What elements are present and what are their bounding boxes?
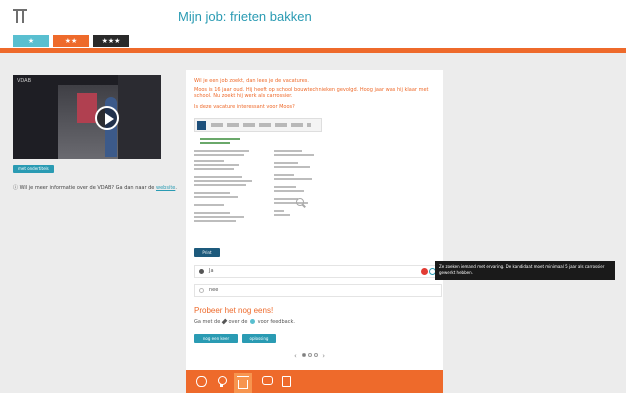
- solution-button[interactable]: oplossing: [242, 334, 276, 343]
- vacancy-text-line: [194, 196, 238, 198]
- vacancy-text-line: [274, 198, 298, 200]
- video-wall: [118, 75, 161, 159]
- video-brand: VDAB: [17, 78, 32, 84]
- feedback-middle: over de: [228, 319, 248, 325]
- vacancy-text-line: [194, 192, 230, 194]
- eye-icon[interactable]: [196, 376, 207, 387]
- print-button[interactable]: Print: [194, 248, 220, 257]
- subtitles-button[interactable]: met ondertitels: [13, 165, 54, 173]
- pointer-icon: [221, 318, 228, 325]
- pager-dot-1[interactable]: [302, 353, 307, 357]
- vacancy-text-line: [194, 180, 252, 182]
- vacancy-text-line: [274, 190, 304, 192]
- feedback-hint: Ga met de over de voor feedback.: [194, 318, 295, 325]
- website-link[interactable]: website: [156, 185, 175, 191]
- level-tab-2[interactable]: ★★: [53, 35, 89, 47]
- lightbulb-icon[interactable]: [216, 376, 227, 387]
- question-intro: Wil je een job zoekt, dan lees je de vac…: [194, 78, 309, 84]
- vacancy-text-line: [274, 162, 298, 164]
- answer-option-no[interactable]: nee: [194, 284, 442, 297]
- try-again-button[interactable]: nog een keer: [194, 334, 238, 343]
- info-suffix: .: [175, 185, 177, 191]
- vacancy-text-line: [194, 164, 239, 166]
- page-title: Mijn job: frieten bakken: [178, 9, 312, 24]
- feedback-icon: [250, 319, 256, 324]
- vacancy-tabs: [211, 123, 311, 127]
- video-player[interactable]: VDAB: [13, 75, 161, 159]
- level-tab-1[interactable]: ★: [13, 35, 49, 47]
- radio-unselected[interactable]: [199, 288, 204, 293]
- vacancy-header: [194, 118, 322, 132]
- level-tabs: ★ ★★ ★★★: [13, 35, 129, 47]
- bottom-toolbar: [186, 370, 443, 393]
- vacancy-text-line: [200, 138, 240, 140]
- radio-selected[interactable]: [199, 269, 204, 274]
- vacancy-text-line: [194, 212, 230, 214]
- feedback-suffix: voor feedback.: [257, 319, 295, 325]
- vacancy-text-line: [194, 150, 249, 152]
- question-context: Moos is 16 jaar oud. Hij heeft op school…: [194, 87, 429, 99]
- vacancy-text-line: [194, 160, 224, 162]
- chat-icon[interactable]: [262, 376, 273, 385]
- vacancy-text-line: [274, 214, 290, 216]
- vacancy-text-line: [274, 154, 314, 156]
- level-tab-3[interactable]: ★★★: [93, 35, 129, 47]
- vacancy-text-line: [194, 184, 246, 186]
- vacancy-text-line: [194, 220, 236, 222]
- vacancy-text-line: [274, 174, 294, 176]
- vacancy-text-line: [274, 210, 284, 212]
- exercise-card: Wil je een job zoekt, dan lees je de vac…: [186, 70, 443, 370]
- answer-label: nee: [209, 287, 219, 293]
- info-message: Wil je meer informatie over de VDAB? Ga …: [19, 185, 155, 191]
- logo-icon: [13, 9, 27, 23]
- pager-dot-3[interactable]: [314, 353, 319, 357]
- vacancy-text-line: [274, 186, 296, 188]
- vacancy-text-line: [274, 178, 312, 180]
- feedback-tooltip: Ze zoeken iemand met ervaring. De kandid…: [435, 261, 615, 280]
- pager-prev-icon[interactable]: ‹: [294, 352, 298, 360]
- play-icon[interactable]: [95, 106, 119, 130]
- vacancy-text-line: [194, 154, 244, 156]
- vacancy-text-line: [274, 166, 310, 168]
- vacancy-document: [194, 118, 322, 246]
- pager-next-icon[interactable]: ›: [322, 352, 326, 360]
- home-icon[interactable]: [234, 373, 252, 393]
- vacancy-text-line: [194, 176, 242, 178]
- vacancy-text-line: [200, 142, 230, 144]
- feedback-prefix: Ga met de: [194, 319, 221, 325]
- vacancy-logo-icon: [197, 121, 206, 130]
- zoom-search-icon[interactable]: [296, 198, 304, 206]
- wrong-answer-icon: [421, 268, 428, 275]
- retry-message: Probeer het nog eens!: [194, 306, 274, 315]
- question-prompt: Is deze vacature interessant voor Moos?: [194, 104, 295, 110]
- answer-label: Ja: [209, 268, 214, 274]
- info-icon-left: ⓘ: [13, 185, 20, 191]
- pager-dot-2[interactable]: [308, 353, 313, 357]
- answer-option-yes[interactable]: Ja: [194, 265, 442, 278]
- video-door: [77, 93, 97, 123]
- vacancy-text-line: [274, 150, 302, 152]
- info-text: ⓘ Wil je meer informatie over de VDAB? G…: [13, 185, 178, 192]
- vacancy-text-line: [194, 168, 234, 170]
- pagination: ‹ ›: [294, 352, 326, 360]
- document-icon[interactable]: [282, 376, 291, 387]
- vacancy-text-line: [194, 216, 244, 218]
- vacancy-text-line: [194, 204, 224, 206]
